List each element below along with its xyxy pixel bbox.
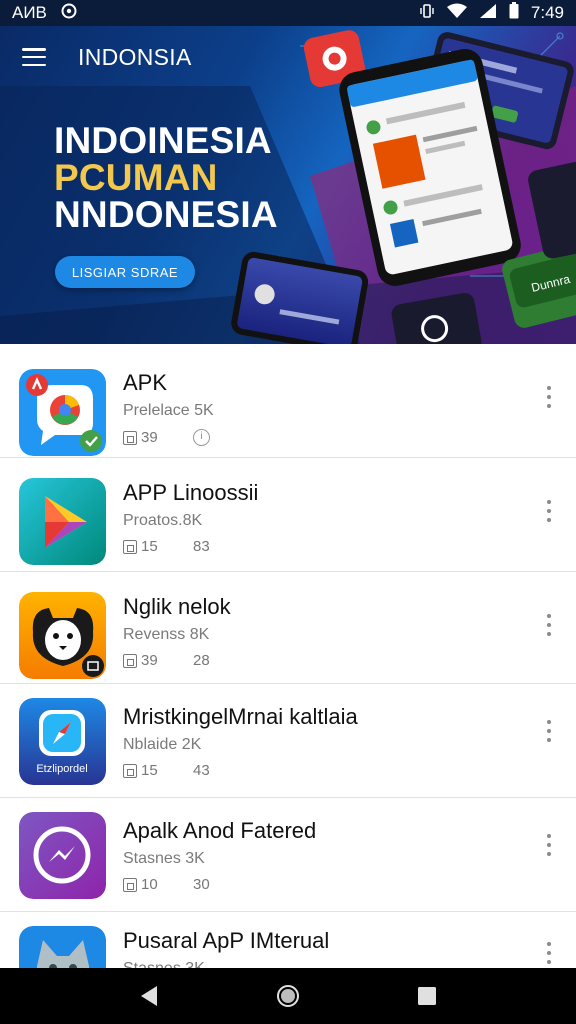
more-options-icon[interactable] bbox=[542, 614, 556, 636]
more-options-icon[interactable] bbox=[542, 500, 556, 522]
app-stats: 15 83 bbox=[123, 538, 210, 555]
hero-banner[interactable]: Dunnra INDONSIA INDOINESIA PCUMAN NNDONE… bbox=[0, 26, 576, 344]
menu-icon[interactable] bbox=[22, 48, 46, 66]
list-item[interactable]: Nglik nelok Revenss 8K 39 28 bbox=[0, 572, 576, 684]
wifi-icon bbox=[446, 3, 467, 24]
play-store-icon bbox=[19, 478, 106, 565]
more-options-icon[interactable] bbox=[542, 386, 556, 408]
info-icon: i bbox=[193, 429, 210, 446]
app-meta: Nblaide 2K bbox=[123, 736, 202, 753]
app-meta: Stasnes 3K bbox=[123, 960, 205, 968]
app-bar-title: INDONSIA bbox=[78, 43, 192, 70]
banner-line-2: PCUMAN bbox=[54, 157, 218, 198]
recents-icon[interactable] bbox=[407, 976, 447, 1016]
stat-value: 39 bbox=[141, 652, 158, 669]
signal-icon bbox=[479, 3, 497, 24]
icon-label: Etzlipordel bbox=[36, 763, 87, 775]
clock: 7:49 bbox=[530, 3, 564, 22]
back-icon[interactable] bbox=[129, 976, 169, 1016]
storage-icon bbox=[123, 653, 137, 668]
banner-line-1: INDOINESIA bbox=[54, 120, 272, 161]
vibrate-icon bbox=[419, 3, 435, 24]
app-stats: 10 30 bbox=[123, 876, 210, 893]
stat-value: 83 bbox=[193, 538, 210, 555]
battery-icon bbox=[509, 2, 519, 24]
banner-cta-button[interactable]: LISGIAR SDRAE bbox=[55, 256, 195, 288]
app-name: APK bbox=[123, 370, 168, 395]
status-bar: AИB 7:49 bbox=[0, 0, 576, 26]
stat-value: 43 bbox=[193, 762, 210, 779]
system-nav-bar bbox=[0, 968, 576, 1024]
stat-value: 15 bbox=[141, 762, 158, 779]
list-item[interactable]: APK Prelelace 5K 39 i bbox=[0, 344, 576, 458]
carrier-label: AИB bbox=[12, 3, 47, 22]
app-name: Pusaral ApP IMterual bbox=[123, 928, 330, 953]
lion-app-icon bbox=[19, 592, 106, 679]
app-name: Nglik nelok bbox=[123, 594, 231, 619]
app-list: APK Prelelace 5K 39 i APP Linoossii Proa… bbox=[0, 344, 576, 968]
stat-value: 39 bbox=[141, 429, 158, 446]
app-name: Apalk Anod Fatered bbox=[123, 818, 317, 843]
storage-icon bbox=[123, 763, 137, 778]
more-options-icon[interactable] bbox=[542, 942, 556, 964]
banner-headline: INDOINESIA PCUMAN NNDONESIA bbox=[54, 122, 278, 233]
home-icon[interactable] bbox=[268, 976, 308, 1016]
list-item[interactable]: Pusaral ApP IMterual Stasnes 3K bbox=[0, 912, 576, 968]
list-item[interactable]: Apalk Anod Fatered Stasnes 3K 10 30 bbox=[0, 798, 576, 912]
app-name: APP Linoossii bbox=[123, 480, 259, 505]
banner-line-3: NNDONESIA bbox=[54, 194, 278, 235]
cat-app-icon bbox=[19, 926, 106, 968]
stat-value: 10 bbox=[141, 876, 158, 893]
app-bar: INDONSIA bbox=[0, 26, 576, 88]
app-meta: Proatos.8K bbox=[123, 512, 203, 529]
storage-icon bbox=[123, 539, 137, 554]
messenger-icon bbox=[19, 812, 106, 899]
storage-icon bbox=[123, 430, 137, 445]
stat-value: 15 bbox=[141, 538, 158, 555]
storage-icon bbox=[123, 877, 137, 892]
app-stats: 39 28 bbox=[123, 652, 210, 669]
app-meta: Revenss 8K bbox=[123, 626, 210, 643]
more-options-icon[interactable] bbox=[542, 834, 556, 856]
app-stats: 39 i bbox=[123, 429, 210, 446]
stat-value: 30 bbox=[193, 876, 210, 893]
list-item[interactable]: APP Linoossii Proatos.8K 15 83 bbox=[0, 458, 576, 572]
compass-app-icon: Etzlipordel bbox=[19, 698, 106, 785]
app-meta: Prelelace 5K bbox=[123, 402, 214, 419]
more-options-icon[interactable] bbox=[542, 720, 556, 742]
list-item[interactable]: Etzlipordel MristkingelMrnai kaltlaia Nb… bbox=[0, 684, 576, 798]
chat-app-icon bbox=[19, 369, 106, 456]
app-meta: Stasnes 3K bbox=[123, 850, 205, 867]
notification-icon bbox=[59, 3, 79, 24]
stat-value: 28 bbox=[193, 652, 210, 669]
app-name: MristkingelMrnai kaltlaia bbox=[123, 704, 358, 729]
app-stats: 15 43 bbox=[123, 762, 210, 779]
